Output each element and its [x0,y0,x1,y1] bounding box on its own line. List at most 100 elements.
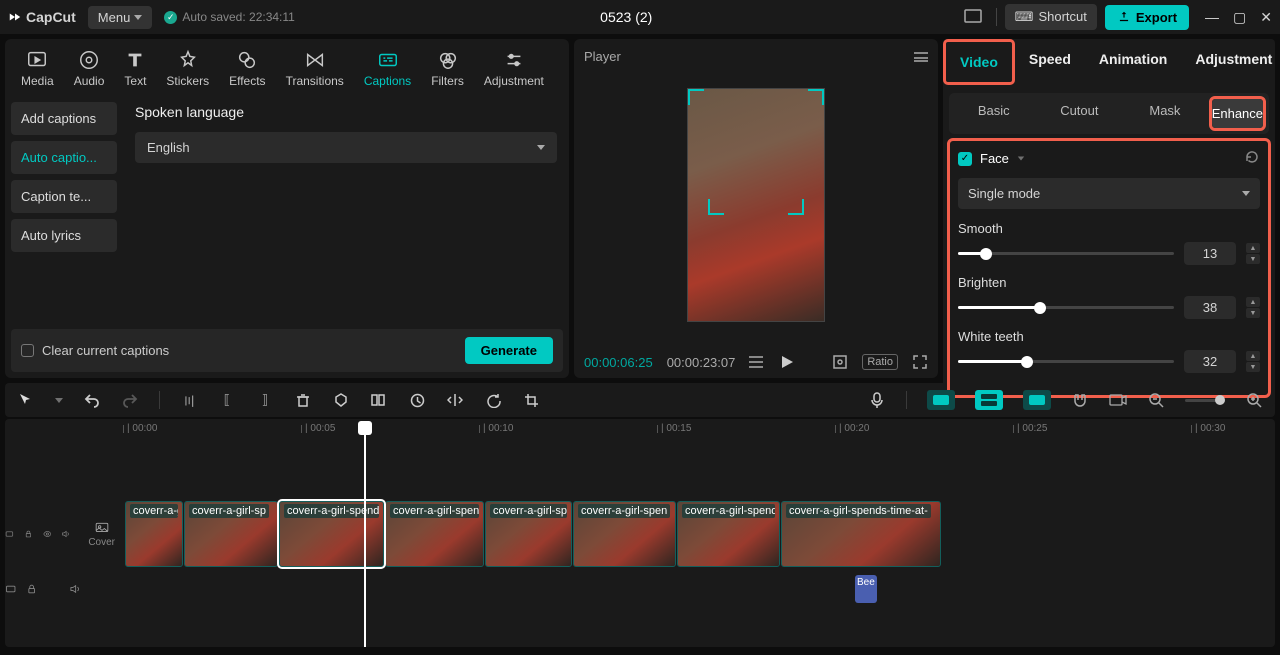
right-tab-animation[interactable]: Animation [1085,39,1181,85]
language-select[interactable]: English [135,132,557,163]
subtab-enhance[interactable]: Enhance [1212,99,1263,128]
step-down[interactable]: ▼ [1246,362,1260,372]
clear-captions-checkbox[interactable]: Clear current captions [21,343,169,358]
video-clip[interactable]: coverr-a-girl-sp [485,501,572,567]
chevron-down-icon[interactable] [55,398,63,403]
ruler-mark: | 00:15 [661,423,691,434]
video-track: Cover coverr-a-gcoverr-a-girl-spcoverr-a… [5,499,1275,569]
video-clip[interactable]: coverr-a-girl-spen [385,501,484,567]
project-title: 0523 (2) [307,9,946,25]
sidebar-item[interactable]: Add captions [11,102,117,135]
track-mode-2[interactable] [975,390,1003,410]
asset-tab-captions[interactable]: Captions [354,41,421,96]
subtab-cutout[interactable]: Cutout [1038,96,1122,131]
sidebar-item[interactable]: Auto captio... [11,141,117,174]
preview-icon[interactable] [1109,391,1127,409]
player-menu-icon[interactable] [914,52,928,62]
clip-icon[interactable] [5,582,16,596]
delete-tool[interactable] [294,391,312,409]
video-clip[interactable]: coverr-a-girl-spend [677,501,780,567]
step-up[interactable]: ▲ [1246,243,1260,253]
undo-button[interactable] [83,391,101,409]
slider-track[interactable] [958,306,1174,309]
group-tool[interactable] [370,391,388,409]
video-clip[interactable]: coverr-a-girl-spend [279,501,384,567]
maximize-button[interactable]: ▢ [1233,9,1246,26]
right-tab-speed[interactable]: Speed [1015,39,1085,85]
asset-tab-filters[interactable]: Filters [421,41,474,96]
asset-tab-audio[interactable]: Audio [64,41,115,96]
sidebar-item[interactable]: Auto lyrics [11,219,117,252]
slider-white-teeth: White teeth32▲▼ [958,329,1260,373]
rotate-tool[interactable] [484,391,502,409]
close-button[interactable]: ✕ [1260,9,1272,26]
asset-tab-adjustment[interactable]: Adjustment [474,41,554,96]
lock-icon[interactable] [26,582,37,596]
playhead[interactable] [364,421,366,647]
trim-right-tool[interactable]: ⟧ [256,391,274,409]
slider-track[interactable] [958,252,1174,255]
total-timecode: 00:00:23:07 [667,355,736,370]
trim-left-tool[interactable]: ⟦ [218,391,236,409]
mic-icon[interactable] [868,391,886,409]
lock-icon[interactable] [24,527,33,541]
ratio-button[interactable]: Ratio [862,354,898,370]
face-checkbox[interactable]: ✓ [958,152,972,166]
clip-icon[interactable] [5,527,14,541]
export-button[interactable]: Export [1105,5,1189,30]
step-down[interactable]: ▼ [1246,308,1260,318]
speaker-icon[interactable] [69,582,80,596]
speed-tool[interactable] [408,391,426,409]
sidebar-item[interactable]: Caption te... [11,180,117,213]
video-clip[interactable]: coverr-a-girl-spen [573,501,676,567]
shortcut-button[interactable]: ⌨Shortcut [1005,4,1097,30]
asset-tab-effects[interactable]: Effects [219,41,275,96]
fullscreen-icon[interactable] [912,354,928,370]
step-up[interactable]: ▲ [1246,351,1260,361]
slider-value[interactable]: 13 [1184,242,1236,265]
asset-tab-text[interactable]: Text [114,41,156,96]
scale-icon[interactable] [832,354,848,370]
play-button[interactable] [779,354,795,370]
aspect-icon[interactable] [958,7,988,28]
zoom-out-icon[interactable] [1147,391,1165,409]
zoom-slider[interactable] [1185,399,1225,402]
video-preview[interactable] [687,88,825,322]
split-tool[interactable]: 〣 [180,391,198,409]
asset-tab-media[interactable]: Media [11,41,64,96]
zoom-in-icon[interactable] [1245,391,1263,409]
video-clip[interactable]: coverr-a-girl-spends-time-at- [781,501,941,567]
asset-tab-stickers[interactable]: Stickers [156,41,219,96]
step-down[interactable]: ▼ [1246,254,1260,264]
generate-button[interactable]: Generate [465,337,553,364]
subtab-mask[interactable]: Mask [1123,96,1207,131]
crop-tool[interactable] [522,391,540,409]
menu-button[interactable]: Menu [88,6,153,29]
list-icon[interactable] [749,354,765,370]
eye-icon[interactable] [43,527,52,541]
right-tab-video[interactable]: Video [943,39,1015,85]
mode-select[interactable]: Single mode [958,178,1260,209]
magnet-icon[interactable] [1071,391,1089,409]
slider-value[interactable]: 32 [1184,350,1236,373]
slider-track[interactable] [958,360,1174,363]
marker-tool[interactable] [332,391,350,409]
top-bar: CapCut Menu ✓ Auto saved: 22:34:11 0523 … [0,0,1280,34]
subtab-basic[interactable]: Basic [952,96,1036,131]
video-clip[interactable]: coverr-a-girl-sp [184,501,278,567]
select-tool[interactable] [17,391,35,409]
step-up[interactable]: ▲ [1246,297,1260,307]
track-mode-3[interactable] [1023,390,1051,410]
video-clip[interactable]: coverr-a-g [125,501,183,567]
right-tab-adjustment[interactable]: Adjustment [1181,39,1280,85]
reset-icon[interactable] [1244,149,1260,168]
slider-value[interactable]: 38 [1184,296,1236,319]
minimize-button[interactable]: — [1205,9,1219,26]
asset-tab-transitions[interactable]: Transitions [276,41,354,96]
redo-button[interactable] [121,391,139,409]
mirror-tool[interactable] [446,391,464,409]
audio-clip[interactable]: Bee [855,575,877,603]
cover-button[interactable]: Cover [88,521,115,548]
speaker-icon[interactable] [61,527,70,541]
track-mode-1[interactable] [927,390,955,410]
